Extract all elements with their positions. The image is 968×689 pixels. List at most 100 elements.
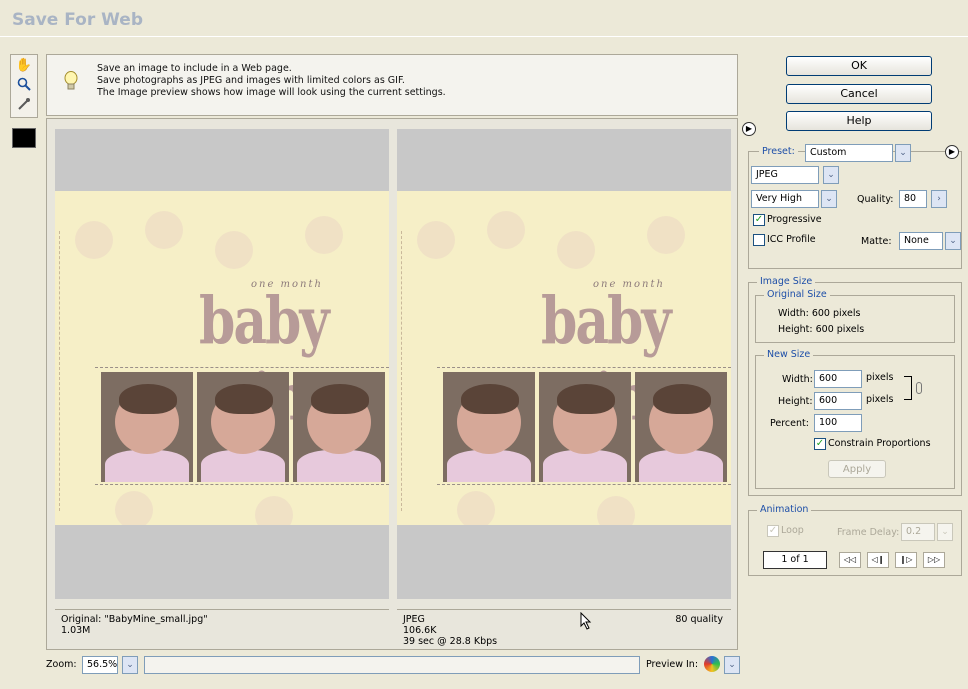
original-preview-pane[interactable]: one month baby mine [55,129,389,599]
script-border-side [401,231,407,511]
matte-dropdown-button[interactable]: ⌄ [945,232,961,250]
original-image: one month baby mine [55,191,389,525]
icc-profile-checkbox[interactable] [753,234,765,246]
percent-label: Percent: [770,418,809,429]
optimized-filesize: 106.6K [403,625,437,636]
optimized-preview-pane[interactable]: one month baby mine [397,129,731,599]
frame-delay-dropdown-button[interactable]: ⌄ [937,523,953,541]
height-unit: pixels [866,394,894,405]
preview-in-dropdown-button[interactable]: ⌄ [724,656,740,674]
progressive-checkbox[interactable]: ✓ [753,214,765,226]
format-select[interactable]: JPEG [751,166,819,184]
chain-link-icon [916,382,922,394]
frame-delay-select[interactable]: 0.2 [901,523,935,541]
loop-label: Loop [781,525,804,536]
preview-menu-arrow-icon[interactable]: ▶ [742,122,756,136]
original-filename: Original: "BabyMine_small.jpg" [61,614,208,625]
baby-photo [635,372,727,482]
optimize-menu-arrow-icon[interactable]: ▶ [945,145,959,159]
previous-frame-button[interactable]: ◁❙ [867,552,889,568]
image-size-group: Image Size Original Size Width: 600 pixe… [748,276,962,496]
preset-dropdown-button[interactable]: ⌄ [895,144,911,162]
height-input[interactable]: 600 [814,392,862,410]
zoom-label: Zoom: [46,659,77,670]
quality-slider-arrow[interactable]: › [931,190,947,208]
image-size-title: Image Size [757,276,816,287]
matte-select[interactable]: None [899,232,943,250]
quality-level-dropdown-button[interactable]: ⌄ [821,190,837,208]
eyedropper-color-swatch[interactable] [12,128,36,148]
tip-line-3: The Image preview shows how image will l… [97,87,446,98]
tip-line-1: Save an image to include in a Web page. [97,63,292,74]
eyedropper-icon[interactable] [15,97,33,115]
baby-photo [197,372,289,482]
apply-button[interactable]: Apply [828,460,886,478]
ok-button[interactable]: OK [786,56,932,76]
next-frame-button[interactable]: ❙▷ [895,552,917,568]
mouse-cursor-icon [580,611,592,633]
percent-input[interactable]: 100 [814,414,862,432]
tip-line-2: Save photographs as JPEG and images with… [97,75,405,86]
animation-group: Animation ✓ Loop Frame Delay: 0.2 ⌄ 1 of… [748,504,962,576]
script-border-top [405,199,725,205]
quality-label: Quality: [857,194,894,205]
hand-icon[interactable]: ✋ [15,57,33,75]
zoom-dropdown-button[interactable]: ⌄ [122,656,138,674]
title-divider [0,36,968,37]
optimized-download-time: 39 sec @ 28.8 Kbps [403,636,498,647]
original-size-group: Original Size Width: 600 pixels Height: … [755,289,955,343]
frame-counter: 1 of 1 [763,551,827,569]
first-frame-button[interactable]: ◁◁ [839,552,861,568]
matte-label: Matte: [861,236,892,247]
optimized-info: JPEG 106.6K 39 sec @ 28.8 Kbps 80 qualit… [397,609,731,653]
loop-checkbox[interactable]: ✓ [767,525,779,537]
window-title: Save For Web [12,10,143,30]
original-height: Height: 600 pixels [778,324,865,335]
baby-photo [539,372,631,482]
zoom-icon[interactable] [15,77,33,95]
baby-photo [101,372,193,482]
quality-level-select[interactable]: Very High [751,190,819,208]
script-border-top [63,199,383,205]
help-button[interactable]: Help [786,111,932,131]
original-size-title: Original Size [764,289,830,300]
constrain-proportions-label: Constrain Proportions [828,438,931,449]
tips-panel: Save an image to include in a Web page. … [46,54,738,116]
photo-strip [95,367,389,485]
baby-photo [293,372,385,482]
zoom-row: Zoom: 56.5% ⌄ Preview In: ⌄ [46,655,740,679]
quality-input[interactable]: 80 [899,190,927,208]
optimized-quality: 80 quality [675,614,723,625]
original-width: Width: 600 pixels [778,308,861,319]
preview-area: one month baby mine Original: "BabyMine_… [46,118,738,650]
height-label: Height: [778,396,813,407]
cancel-button[interactable]: Cancel [786,84,932,104]
browser-icon[interactable] [704,656,720,672]
width-unit: pixels [866,372,894,383]
script-border-side [59,231,65,511]
zoom-input[interactable]: 56.5% [82,656,118,674]
new-size-group: New Size Width: 600 pixels Height: 600 p… [755,349,955,489]
format-dropdown-button[interactable]: ⌄ [823,166,839,184]
lightbulb-icon [63,71,79,93]
icc-profile-label: ICC Profile [767,234,816,245]
settings-group: Preset: Custom ⌄ ▶ JPEG ⌄ Very High ⌄ Qu… [748,144,962,269]
original-info: Original: "BabyMine_small.jpg" 1.03M [55,609,389,653]
status-bar [144,656,640,674]
animation-title: Animation [757,504,812,515]
width-input[interactable]: 600 [814,370,862,388]
constrain-proportions-checkbox[interactable]: ✓ [814,438,826,450]
frame-delay-label: Frame Delay: [837,527,900,538]
preset-select[interactable]: Custom [805,144,893,162]
baby-photo [443,372,535,482]
last-frame-button[interactable]: ▷▷ [923,552,945,568]
link-bracket [904,376,912,400]
width-label: Width: [782,374,813,385]
new-size-title: New Size [764,349,814,360]
original-filesize: 1.03M [61,625,91,636]
photo-strip [437,367,731,485]
optimized-image: one month baby mine [397,191,731,525]
preset-label: Preset: [759,146,798,157]
preview-in-label: Preview In: [646,659,699,670]
toolbox: ✋ [10,54,38,118]
